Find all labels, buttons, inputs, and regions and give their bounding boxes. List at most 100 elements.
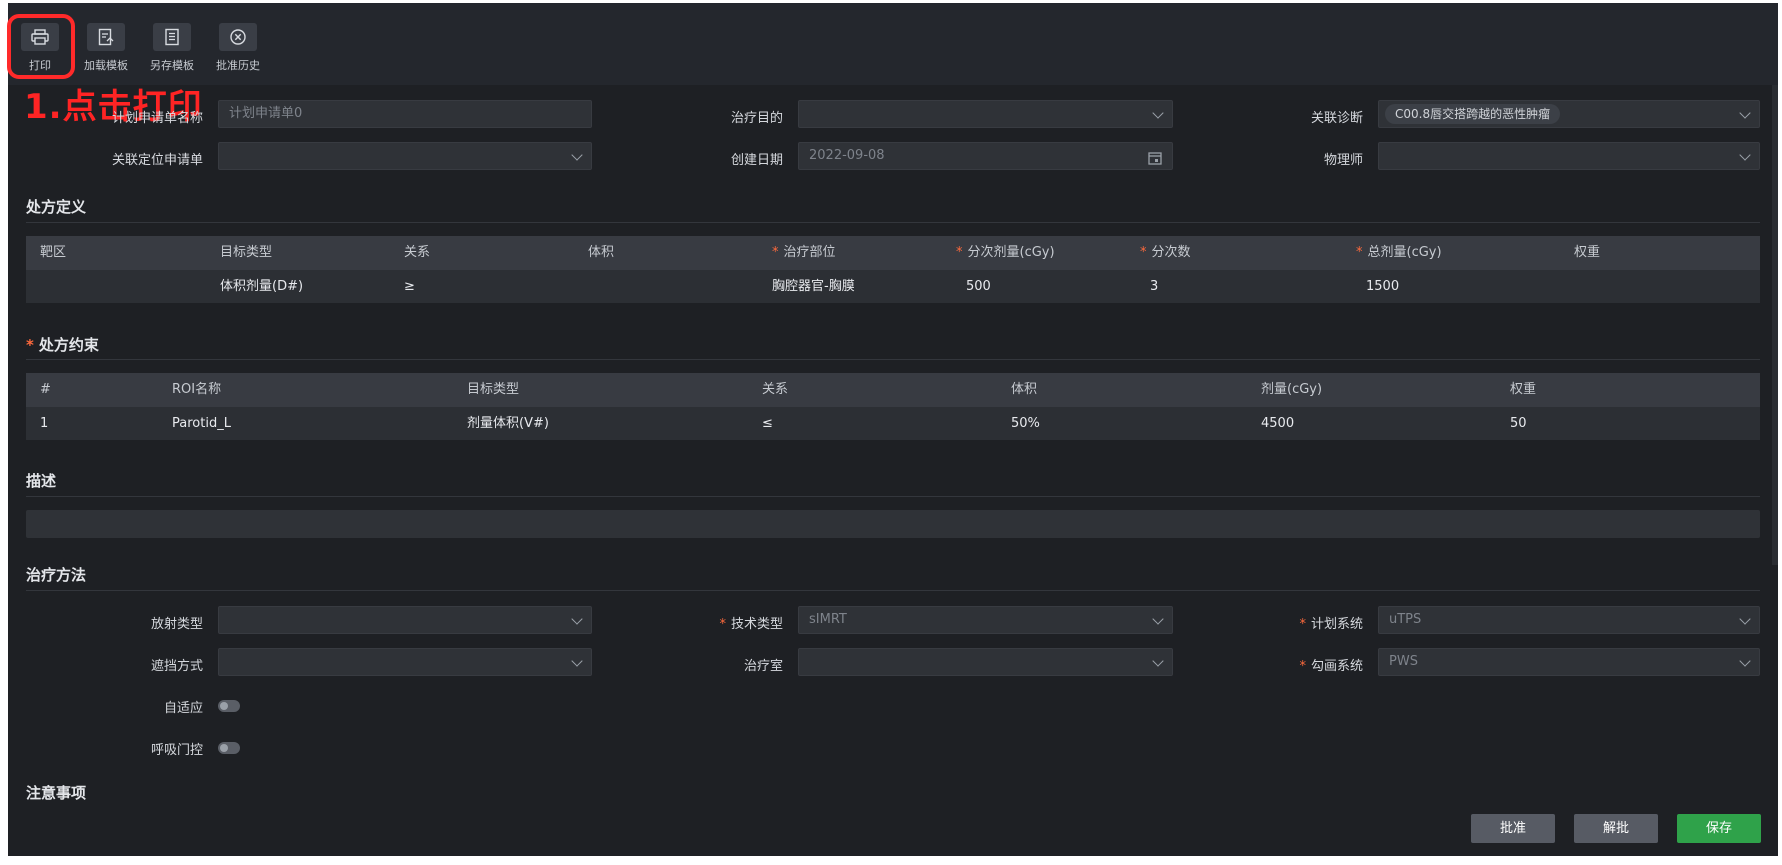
header-relation: 关系 bbox=[762, 382, 789, 397]
physicist-label: 物理师 bbox=[1323, 153, 1363, 168]
page-bottom-strip bbox=[0, 856, 1782, 865]
treatment-room-label: 治疗室 bbox=[743, 659, 783, 674]
save-document-icon bbox=[153, 23, 191, 51]
shielding-select[interactable] bbox=[218, 648, 592, 676]
save-button[interactable]: 保存 bbox=[1677, 814, 1761, 843]
header-treatment-site: * 治疗部位 bbox=[772, 245, 836, 260]
header-weight: 权重 bbox=[1510, 382, 1537, 397]
treatment-purpose-select[interactable] bbox=[798, 100, 1173, 128]
plan-request-name-label: 计划申请单名称 bbox=[111, 111, 203, 126]
approval-history-label: 批准历史 bbox=[216, 59, 260, 72]
table-row[interactable]: 体积剂量(D#) ≥ 胸腔器官-胸膜 500 3 1500 bbox=[26, 270, 1760, 303]
load-document-icon bbox=[87, 23, 125, 51]
header-weight: 权重 bbox=[1574, 245, 1601, 260]
chevron-down-icon bbox=[1739, 149, 1751, 161]
toolbar: 打印 加载模板 另存模板 批准历史 bbox=[7, 3, 1778, 85]
chevron-down-icon bbox=[571, 149, 583, 161]
chevron-down-icon bbox=[571, 613, 583, 625]
chevron-down-icon bbox=[1739, 107, 1751, 119]
plan-request-dialog: 打印 加载模板 另存模板 批准历史 1.点击打印 计划申请单名称 计划申请单0 … bbox=[7, 3, 1778, 865]
chevron-down-icon bbox=[1152, 655, 1164, 667]
unapprove-button[interactable]: 解批 bbox=[1574, 814, 1658, 843]
cell-weight: 50 bbox=[1510, 416, 1527, 431]
header-total-dose: * 总剂量(cGy) bbox=[1356, 245, 1442, 260]
technique-type-select[interactable]: sIMRT bbox=[798, 606, 1173, 634]
divider bbox=[26, 496, 1760, 497]
chevron-down-icon bbox=[1152, 107, 1164, 119]
header-volume: 体积 bbox=[588, 245, 615, 260]
physicist-select[interactable] bbox=[1378, 142, 1760, 170]
treatment-room-select[interactable] bbox=[798, 648, 1173, 676]
linked-location-request-label: 关联定位申请单 bbox=[111, 153, 203, 168]
header-relation: 关系 bbox=[404, 245, 431, 260]
linked-diagnosis-label: 关联诊断 bbox=[1310, 111, 1363, 126]
radiation-type-label: 放射类型 bbox=[150, 617, 203, 632]
chevron-down-icon bbox=[571, 655, 583, 667]
header-index: # bbox=[40, 382, 51, 397]
cell-relation: ≥ bbox=[404, 279, 415, 294]
linked-diagnosis-select[interactable]: C00.8唇交搭跨越的恶性肿瘤 bbox=[1378, 100, 1760, 128]
cell-fractions: 3 bbox=[1150, 279, 1159, 294]
radiation-type-select[interactable] bbox=[218, 606, 592, 634]
breath-gating-label: 呼吸门控 bbox=[150, 743, 203, 758]
header-roi-name: ROI名称 bbox=[172, 382, 222, 397]
approve-button[interactable]: 批准 bbox=[1471, 814, 1555, 843]
adaptive-label: 自适应 bbox=[163, 701, 203, 716]
load-template-label: 加载模板 bbox=[84, 59, 128, 72]
planning-system-select[interactable]: uTPS bbox=[1378, 606, 1760, 634]
adaptive-toggle[interactable] bbox=[218, 700, 240, 712]
approval-history-button[interactable]: 批准历史 bbox=[206, 17, 270, 73]
treatment-purpose-label: 治疗目的 bbox=[730, 111, 783, 126]
save-template-button[interactable]: 另存模板 bbox=[140, 17, 204, 73]
cell-treatment-site: 胸腔器官-胸膜 bbox=[772, 279, 855, 294]
chevron-down-icon bbox=[1739, 655, 1751, 667]
breath-gating-toggle[interactable] bbox=[218, 742, 240, 754]
contouring-system-label: * 勾画系统 bbox=[1299, 659, 1363, 674]
section-title-treatment-method: 治疗方法 bbox=[26, 566, 87, 584]
divider bbox=[26, 222, 1760, 223]
scrollbar[interactable] bbox=[1772, 85, 1778, 565]
header-volume: 体积 bbox=[1011, 382, 1038, 397]
section-title-prescription-constraints: * 处方约束 bbox=[26, 336, 99, 354]
table-row[interactable]: 1 Parotid_L 剂量体积(V#) ≤ 50% 4500 50 bbox=[26, 407, 1760, 440]
save-template-label: 另存模板 bbox=[150, 59, 194, 72]
chevron-down-icon bbox=[1739, 613, 1751, 625]
creation-date-input[interactable]: 2022-09-08 bbox=[798, 142, 1173, 170]
cell-roi-name: Parotid_L bbox=[172, 416, 231, 431]
calendar-icon[interactable] bbox=[1148, 149, 1162, 175]
chevron-down-icon bbox=[1152, 613, 1164, 625]
section-title-prescription-definition: 处方定义 bbox=[26, 198, 87, 216]
header-target: 靶区 bbox=[40, 245, 67, 260]
header-goal-type: 目标类型 bbox=[467, 382, 520, 397]
divider bbox=[26, 359, 1760, 360]
table-header: # ROI名称 目标类型 关系 体积 剂量(cGy) 权重 bbox=[26, 373, 1760, 407]
cell-volume: 50% bbox=[1011, 416, 1040, 431]
divider bbox=[26, 590, 1760, 591]
cell-total-dose: 1500 bbox=[1366, 279, 1400, 294]
cell-goal-type: 体积剂量(D#) bbox=[220, 279, 304, 294]
prescription-definition-table: 靶区 目标类型 关系 体积 * 治疗部位 * 分次剂量(cGy) * 分次数 * 总剂量… bbox=[26, 236, 1760, 303]
description-input[interactable] bbox=[26, 510, 1760, 538]
header-goal-type: 目标类型 bbox=[220, 245, 273, 260]
creation-date-label: 创建日期 bbox=[730, 153, 783, 168]
diagnosis-tag[interactable]: C00.8唇交搭跨越的恶性肿瘤 bbox=[1385, 104, 1561, 124]
cell-dose: 4500 bbox=[1261, 416, 1295, 431]
close-circle-icon bbox=[219, 23, 257, 51]
cell-goal-type: 剂量体积(V#) bbox=[467, 416, 549, 431]
planning-system-label: * 计划系统 bbox=[1299, 617, 1363, 632]
cell-index: 1 bbox=[40, 416, 49, 431]
prescription-constraints-table: # ROI名称 目标类型 关系 体积 剂量(cGy) 权重 1 Parotid_… bbox=[26, 373, 1760, 440]
section-title-description: 描述 bbox=[26, 472, 57, 490]
shielding-label: 遮挡方式 bbox=[150, 659, 203, 674]
load-template-button[interactable]: 加载模板 bbox=[74, 17, 138, 73]
print-highlight-box bbox=[7, 14, 75, 79]
section-title-notes: 注意事项 bbox=[26, 784, 87, 802]
linked-location-request-select[interactable] bbox=[218, 142, 592, 170]
cell-fraction-dose: 500 bbox=[966, 279, 991, 294]
table-header: 靶区 目标类型 关系 体积 * 治疗部位 * 分次剂量(cGy) * 分次数 * 总剂量… bbox=[26, 236, 1760, 270]
contouring-system-select[interactable]: PWS bbox=[1378, 648, 1760, 676]
technique-type-label: * 技术类型 bbox=[719, 617, 783, 632]
cell-relation: ≤ bbox=[762, 416, 773, 431]
plan-request-name-input[interactable]: 计划申请单0 bbox=[218, 100, 592, 128]
header-dose: 剂量(cGy) bbox=[1261, 382, 1323, 397]
